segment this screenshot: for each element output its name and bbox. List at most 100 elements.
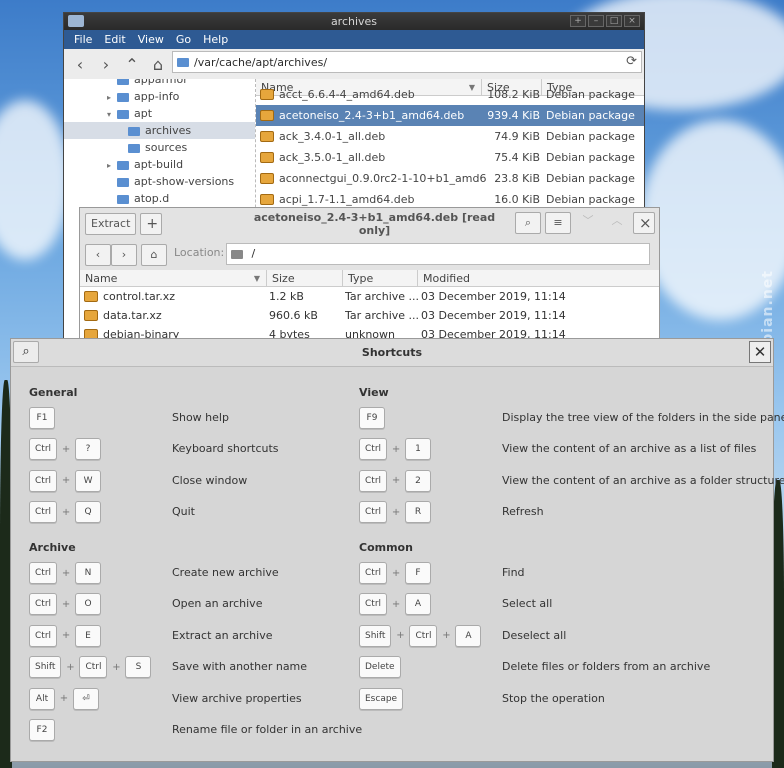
shortcut-keys: F1 — [29, 407, 55, 429]
file-row[interactable]: acct_6.6.4-4_amd64.deb 108.2 KiB Debian pa… — [256, 84, 644, 105]
path-bar[interactable]: /var/cache/apt/archives/ ⟳ — [172, 51, 642, 73]
column-modified[interactable]: Modified — [418, 270, 657, 286]
file-type: Debian package — [546, 172, 635, 185]
plus-sign: + — [396, 630, 405, 642]
shortcut-keys: Ctrl + N — [29, 562, 102, 584]
window-titlebar[interactable]: archives + – □ × — [64, 13, 644, 30]
search-icon[interactable]: ⌕ — [515, 212, 541, 234]
key-cap: Ctrl — [359, 469, 388, 492]
shortcut-keys: Escape — [359, 687, 404, 710]
key-cap: Ctrl — [359, 438, 388, 461]
key-cap: Ctrl — [79, 656, 108, 679]
plus-sign: + — [391, 567, 401, 579]
key-cap: N — [75, 562, 102, 584]
file-row[interactable]: ack_3.4.0-1_all.deb 74.9 KiB Debian packag… — [256, 126, 644, 147]
back-icon[interactable]: ‹ — [72, 55, 88, 74]
dialog-title: Shortcuts — [361, 346, 423, 359]
menu-go[interactable]: Go — [170, 30, 197, 49]
key-cap: W — [75, 469, 102, 492]
close-button[interactable]: × — [624, 15, 640, 27]
key-cap: Q — [75, 501, 102, 524]
sidebar-item[interactable]: atop.d — [64, 190, 255, 207]
sidebar-item[interactable]: ▸ apt-build — [64, 156, 255, 173]
archive-row[interactable]: control.tar.xz 1.2 kB Tar archive ... 03 De… — [80, 287, 659, 306]
reload-icon[interactable]: ⟳ — [626, 54, 637, 69]
folder-icon — [128, 143, 140, 153]
sidebar-item-label: atop.d — [134, 192, 170, 205]
forward-button[interactable]: › — [111, 243, 137, 266]
sidebar-item[interactable]: archives — [64, 122, 255, 139]
file-type: Debian package — [546, 109, 635, 122]
sidebar-item[interactable]: apparmor — [64, 79, 255, 88]
folder-icon — [128, 126, 140, 136]
package-icon — [260, 89, 274, 100]
shortcut-description: Select all — [502, 597, 553, 611]
minimize-icon[interactable]: ﹀ — [575, 212, 601, 234]
file-row[interactable]: acetoneiso_2.4-3+b1_amd64.deb 939.4 KiB De… — [256, 105, 644, 126]
file-row[interactable]: ack_3.5.0-1_all.deb 75.4 KiB Debian packag… — [256, 147, 644, 168]
plus-sign: + — [59, 693, 69, 705]
key-cap: ⏎ — [73, 687, 99, 710]
sidebar-item-label: sources — [145, 141, 188, 154]
shade-button[interactable]: + — [570, 15, 586, 27]
location-field[interactable]: / — [226, 243, 650, 265]
search-icon[interactable]: ⌕ — [13, 341, 39, 363]
folder-icon — [117, 177, 129, 187]
key-cap: 2 — [405, 469, 432, 492]
shortcut-description: Delete files or folders from an archive — [502, 660, 711, 674]
menu-file[interactable]: File — [68, 30, 98, 49]
back-button[interactable]: ‹ — [85, 243, 111, 266]
close-icon[interactable]: ✕ — [749, 341, 771, 363]
shortcut-description: Deselect all — [502, 628, 567, 642]
column-type[interactable]: Type — [343, 270, 418, 286]
home-button[interactable]: ⌂ — [141, 243, 167, 266]
folder-icon — [117, 160, 129, 170]
shortcut-description: Display the tree view of the folders in … — [502, 411, 784, 424]
archive-window: Extract + acetoneiso_2.4-3+b1_amd64.deb … — [79, 207, 660, 348]
sidebar-item[interactable]: apt-show-versions — [64, 173, 255, 190]
menu-icon[interactable]: ≡ — [545, 212, 571, 234]
menu-view[interactable]: View — [132, 30, 170, 49]
shortcut-description: Save with another name — [172, 660, 308, 674]
archive-row[interactable]: data.tar.xz 960.6 kB Tar archive ... 03 Dec… — [80, 306, 659, 325]
minimize-button[interactable]: – — [588, 15, 604, 27]
entry-type: Tar archive ... — [345, 309, 420, 322]
expander-icon[interactable]: ▾ — [107, 106, 117, 123]
shortcut-description: Close window — [172, 473, 248, 487]
maximize-icon[interactable]: ︿ — [605, 212, 629, 234]
expander-icon[interactable]: ▸ — [107, 157, 117, 174]
home-icon[interactable]: ⌂ — [150, 55, 166, 74]
path-text: /var/cache/apt/archives/ — [194, 55, 328, 69]
shortcut-description: Extract an archive — [172, 628, 273, 642]
close-icon[interactable]: × — [633, 212, 655, 234]
column-name[interactable]: Name ▼ — [80, 270, 267, 286]
add-button[interactable]: + — [140, 212, 163, 235]
menu-help[interactable]: Help — [197, 30, 234, 49]
file-name: acpi_1.7-1.1_amd64.deb — [279, 193, 415, 206]
plus-sign: + — [391, 506, 401, 518]
folder-icon — [117, 79, 129, 85]
forward-icon[interactable]: › — [98, 55, 114, 74]
extract-button[interactable]: Extract — [85, 212, 137, 235]
column-size[interactable]: Size — [267, 270, 343, 286]
plus-sign: + — [61, 506, 71, 518]
shortcut-keys: Shift + Ctrl + S — [29, 656, 152, 679]
file-row[interactable]: aconnectgui_0.9.0rc2-1-10+b1_amd64... 23.… — [256, 168, 644, 189]
plus-sign: + — [112, 661, 121, 673]
key-cap: S — [125, 656, 152, 679]
shortcut-keys: Ctrl + E — [29, 624, 102, 647]
entry-size: 1.2 kB — [269, 290, 304, 303]
sidebar-item[interactable]: sources — [64, 139, 255, 156]
up-icon[interactable]: ⌃ — [124, 55, 140, 74]
file-size: 75.4 KiB — [494, 151, 540, 164]
file-type: Debian package — [546, 130, 635, 143]
sidebar-item[interactable]: ▸ app-info — [64, 88, 255, 105]
key-cap: Ctrl — [29, 438, 58, 461]
maximize-button[interactable]: □ — [606, 15, 622, 27]
menu-edit[interactable]: Edit — [98, 30, 131, 49]
expander-icon[interactable]: ▸ — [107, 89, 117, 106]
sidebar-item-label: apt — [134, 107, 153, 120]
sidebar-item[interactable]: ▾ apt — [64, 105, 255, 122]
key-cap: Ctrl — [359, 501, 388, 524]
shortcut-description: View the content of an archive as a list… — [502, 442, 757, 456]
